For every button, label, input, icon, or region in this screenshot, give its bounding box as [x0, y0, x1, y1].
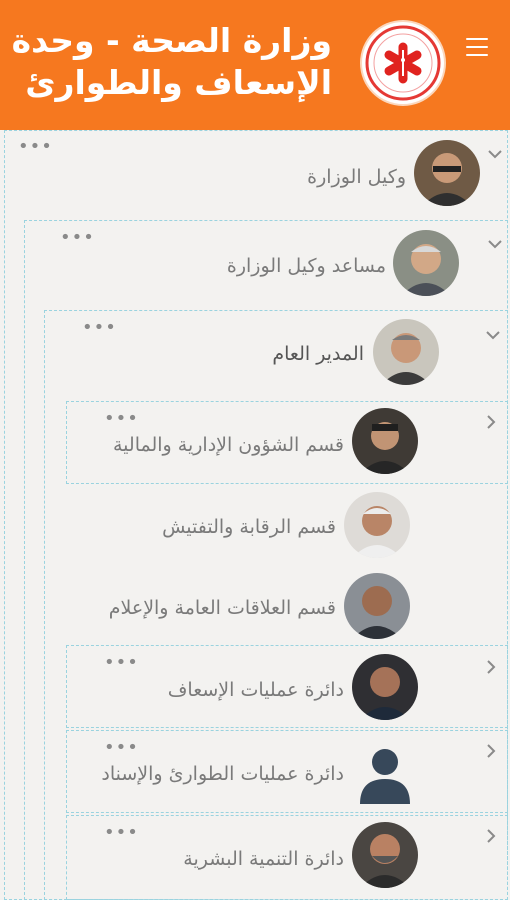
- node-name[interactable]: وكيل الوزارة: [307, 166, 406, 188]
- chevron-down-icon[interactable]: [486, 145, 504, 163]
- user-placeholder-icon: [352, 738, 418, 804]
- more-options-icon[interactable]: •••: [104, 654, 139, 672]
- more-options-icon[interactable]: •••: [18, 138, 53, 156]
- more-options-icon[interactable]: •••: [104, 739, 139, 757]
- avatar: [344, 573, 410, 639]
- title-line-1: وزارة الصحة - وحدة: [11, 21, 332, 60]
- org-tree: ••• وكيل الوزارة ••• مساعد وكيل الوزارة …: [0, 130, 510, 900]
- more-options-icon[interactable]: •••: [82, 319, 117, 337]
- chevron-down-icon[interactable]: [484, 326, 502, 344]
- chevron-right-icon[interactable]: [482, 827, 500, 845]
- chevron-down-icon[interactable]: [486, 235, 504, 253]
- node-name[interactable]: مساعد وكيل الوزارة: [227, 255, 386, 277]
- avatar: [344, 492, 410, 558]
- node-name[interactable]: دائرة عمليات الطوارئ والإسناد: [101, 763, 344, 785]
- more-options-icon[interactable]: •••: [104, 824, 139, 842]
- node-name[interactable]: دائرة التنمية البشرية: [183, 848, 344, 870]
- more-options-icon[interactable]: •••: [60, 229, 95, 247]
- avatar: [393, 230, 459, 296]
- chevron-right-icon[interactable]: [482, 413, 500, 431]
- node-name[interactable]: قسم الرقابة والتفتيش: [162, 516, 336, 538]
- page-title: وزارة الصحة - وحدة الإسعاف والطوارئ: [12, 20, 332, 104]
- avatar: [373, 319, 439, 385]
- node-name[interactable]: المدير العام: [272, 343, 364, 365]
- hamburger-menu-icon[interactable]: [466, 38, 488, 56]
- more-options-icon[interactable]: •••: [104, 410, 139, 428]
- title-line-2: الإسعاف والطوارئ: [25, 63, 332, 102]
- chevron-right-icon[interactable]: [482, 742, 500, 760]
- chevron-right-icon[interactable]: [482, 658, 500, 676]
- ministry-logo: [362, 22, 444, 104]
- node-name[interactable]: دائرة عمليات الإسعاف: [168, 679, 344, 701]
- app-header: وزارة الصحة - وحدة الإسعاف والطوارئ: [0, 0, 510, 130]
- avatar: [352, 822, 418, 888]
- node-name[interactable]: قسم العلاقات العامة والإعلام: [109, 597, 336, 619]
- avatar: [352, 408, 418, 474]
- node-name[interactable]: قسم الشؤون الإدارية والمالية: [113, 434, 344, 456]
- avatar: [352, 654, 418, 720]
- avatar: [414, 140, 480, 206]
